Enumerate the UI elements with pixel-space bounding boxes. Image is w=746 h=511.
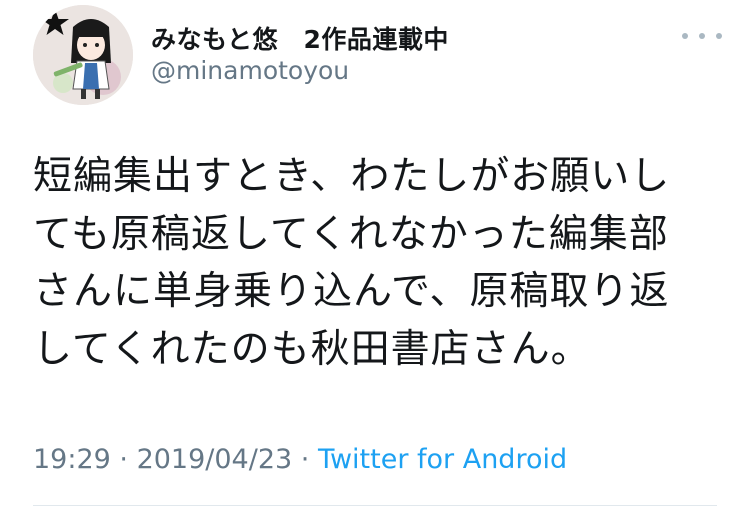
more-options-icon[interactable] <box>682 26 722 46</box>
meta-separator: · <box>292 444 318 475</box>
tweet-text: 短編集出すとき、わたしがお願いし ても原稿返してくれなかった編集部 さんに単身乗… <box>33 148 713 378</box>
tweet-line: ても原稿返してくれなかった編集部 <box>33 211 669 257</box>
tweet-time[interactable]: 19:29 <box>33 444 111 475</box>
divider <box>33 505 717 506</box>
avatar-illustration <box>33 5 133 105</box>
tweet-date[interactable]: 2019/04/23 <box>137 444 293 475</box>
more-dot <box>699 33 705 39</box>
tweet-line: してくれたのも秋田書店さん。 <box>33 326 591 372</box>
author-handle[interactable]: @minamotoyou <box>151 56 349 85</box>
tweet-line: さんに単身乗り込んで、原稿取り返 <box>33 269 670 314</box>
tweet-line: 短編集出すとき、わたしがお願いし <box>33 154 671 199</box>
more-dot <box>716 33 722 39</box>
avatar[interactable] <box>33 5 133 105</box>
author-display-name[interactable]: みなもと悠 2作品連載中 <box>151 20 449 56</box>
tweet-source-link[interactable]: Twitter for Android <box>318 444 567 475</box>
tweet-meta: 19:29 · 2019/04/23 · Twitter for Android <box>33 444 567 475</box>
more-dot <box>682 33 688 39</box>
meta-separator: · <box>110 444 137 475</box>
